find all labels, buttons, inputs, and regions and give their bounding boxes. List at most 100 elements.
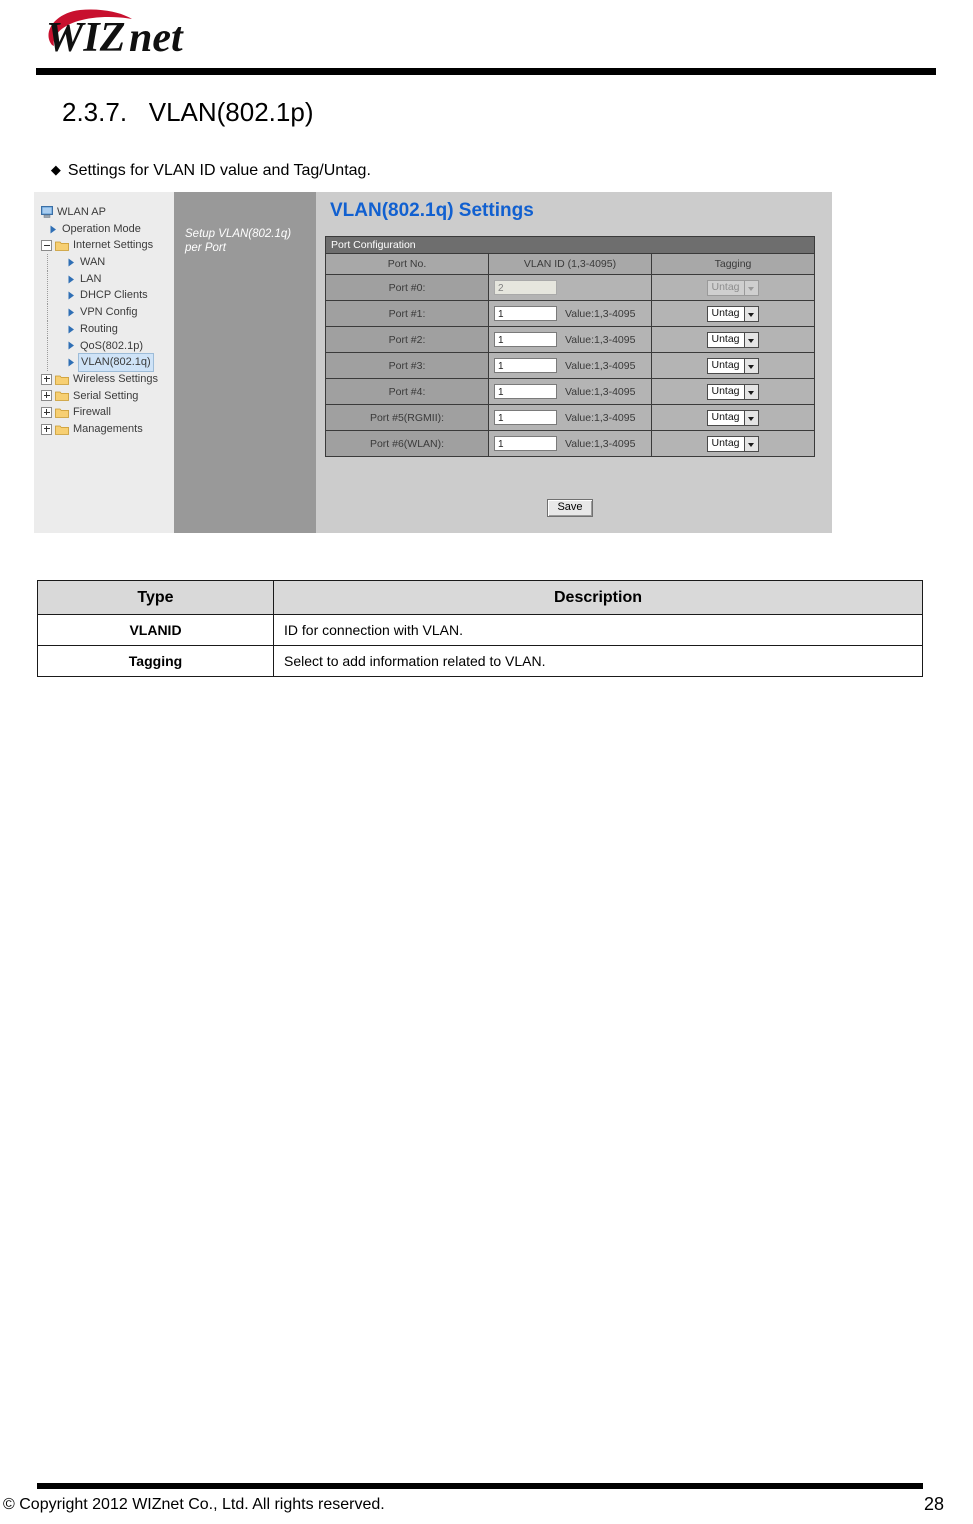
tagging-select-value: Untag bbox=[711, 359, 740, 371]
sidebar-item-lan[interactable]: LAN bbox=[39, 270, 174, 288]
port-configuration-band: Port Configuration bbox=[325, 236, 815, 254]
vlan-id-hint: Value:1,3-4095 bbox=[565, 307, 636, 320]
page-header: WIZ net bbox=[0, 0, 973, 78]
table-row: Port #0: 2 Untag bbox=[325, 274, 815, 301]
folder-icon bbox=[55, 390, 69, 402]
header-divider bbox=[36, 68, 936, 75]
chevron-down-icon[interactable] bbox=[743, 358, 758, 373]
table-row: Port #4: 1 Value:1,3-4095 Untag bbox=[325, 378, 815, 405]
sidebar-item-operation-mode[interactable]: Operation Mode bbox=[39, 221, 174, 238]
column-header-port-no: Port No. bbox=[325, 253, 489, 275]
footer-page-number: 28 bbox=[924, 1494, 945, 1514]
tagging-cell: Untag bbox=[651, 300, 815, 327]
tree-guide-line bbox=[47, 354, 48, 371]
sidebar-item-label: QoS(802.1p) bbox=[80, 339, 143, 352]
vlan-id-cell: 2 bbox=[488, 274, 652, 301]
folder-icon bbox=[55, 374, 69, 385]
expand-icon[interactable] bbox=[41, 390, 52, 402]
tree-guide-line bbox=[47, 337, 48, 355]
chevron-down-icon[interactable] bbox=[743, 384, 758, 399]
tagging-select-value: Untag bbox=[711, 437, 740, 449]
vlan-id-input[interactable]: 1 bbox=[494, 332, 557, 347]
collapse-icon[interactable] bbox=[41, 240, 52, 252]
expand-icon[interactable] bbox=[41, 407, 52, 419]
column-header-tagging: Tagging bbox=[651, 253, 815, 275]
sidebar-item-label: Wireless Settings bbox=[73, 372, 158, 385]
chevron-down-icon[interactable] bbox=[743, 306, 758, 321]
chevron-down-icon[interactable] bbox=[743, 436, 758, 451]
expand-icon[interactable] bbox=[41, 373, 52, 385]
sidebar-item-qos-802-1p[interactable]: QoS(802.1p) bbox=[39, 337, 174, 355]
vlan-id-input[interactable]: 1 bbox=[494, 410, 557, 425]
table-row: Port #6(WLAN): 1 Value:1,3-4095 Untag bbox=[325, 430, 815, 457]
tagging-select[interactable]: Untag bbox=[707, 305, 759, 322]
vlan-id-cell: 1 Value:1,3-4095 bbox=[488, 404, 652, 431]
tagging-select[interactable]: Untag bbox=[707, 435, 759, 452]
folder-icon bbox=[55, 424, 69, 435]
sidebar-item-label: Operation Mode bbox=[62, 222, 141, 235]
tree-guide-line bbox=[47, 254, 48, 271]
vlan-id-input[interactable]: 1 bbox=[494, 358, 557, 373]
port-label: Port #3: bbox=[325, 352, 489, 379]
vlan-id-input[interactable]: 1 bbox=[494, 384, 557, 399]
arrow-bullet-icon bbox=[67, 307, 76, 318]
page-title: 2.3.7. VLAN(802.1p) bbox=[62, 97, 314, 127]
section-bullet-text: Settings for VLAN ID value and Tag/Untag… bbox=[67, 162, 371, 179]
tagging-select[interactable]: Untag bbox=[707, 383, 759, 400]
expand-icon[interactable] bbox=[41, 423, 52, 435]
table-band-row: Port Configuration bbox=[325, 236, 815, 254]
sidebar-item-wlan-ap[interactable]: WLAN AP bbox=[39, 204, 174, 221]
diamond-bullet-icon: ◆ bbox=[50, 162, 61, 177]
description-header-type: Type bbox=[37, 580, 274, 615]
column-header-vlan-id: VLAN ID (1,3-4095) bbox=[488, 253, 652, 275]
vlan-id-hint: Value:1,3-4095 bbox=[565, 359, 636, 372]
description-header-row: Type Description bbox=[37, 580, 923, 615]
vlan-id-cell: 1 Value:1,3-4095 bbox=[488, 378, 652, 405]
description-text: ID for connection with VLAN. bbox=[273, 614, 923, 646]
sidebar-item-routing[interactable]: Routing bbox=[39, 320, 174, 338]
router-sidebar: WLAN AP Operation Mode Internet Settings WA… bbox=[34, 192, 174, 533]
help-text: Setup VLAN(802.1q) per Port bbox=[185, 228, 292, 254]
vlan-id-input[interactable]: 1 bbox=[494, 436, 557, 451]
chevron-down-icon[interactable] bbox=[743, 410, 758, 425]
sidebar-item-label: Serial Setting bbox=[73, 389, 139, 402]
sidebar-item-managements[interactable]: Managements bbox=[39, 421, 174, 438]
sidebar-item-dhcp-clients[interactable]: DHCP Clients bbox=[39, 287, 174, 305]
tagging-cell: Untag bbox=[651, 404, 815, 431]
sidebar-item-label: Routing bbox=[80, 322, 118, 335]
vlan-id-input: 2 bbox=[494, 280, 557, 295]
sidebar-item-serial-setting[interactable]: Serial Setting bbox=[39, 388, 174, 405]
router-help-column: Setup VLAN(802.1q) per Port bbox=[174, 192, 316, 533]
sidebar-item-wireless-settings[interactable]: Wireless Settings bbox=[39, 371, 174, 388]
vlan-id-hint: Value:1,3-4095 bbox=[565, 333, 636, 346]
arrow-bullet-icon bbox=[67, 257, 76, 268]
tagging-select[interactable]: Untag bbox=[707, 331, 759, 348]
chevron-down-icon[interactable] bbox=[743, 332, 758, 347]
vlan-id-input[interactable]: 1 bbox=[494, 306, 557, 321]
sidebar-item-wan[interactable]: WAN bbox=[39, 254, 174, 271]
sidebar-item-label: DHCP Clients bbox=[80, 289, 148, 302]
table-row: Port #2: 1 Value:1,3-4095 Untag bbox=[325, 326, 815, 353]
port-label: Port #6(WLAN): bbox=[325, 430, 489, 457]
arrow-bullet-icon bbox=[67, 290, 76, 301]
vlan-id-hint: Value:1,3-4095 bbox=[565, 385, 636, 398]
sidebar-item-vlan-802-1q[interactable]: VLAN(802.1q) bbox=[39, 353, 174, 372]
folder-open-icon bbox=[55, 240, 69, 252]
port-label: Port #0: bbox=[325, 274, 489, 301]
sidebar-item-firewall[interactable]: Firewall bbox=[39, 404, 174, 421]
svg-text:WIZ: WIZ bbox=[46, 15, 125, 61]
tagging-select[interactable]: Untag bbox=[707, 409, 759, 426]
tagging-select[interactable]: Untag bbox=[707, 357, 759, 374]
sidebar-item-label: VLAN(802.1q) bbox=[78, 353, 154, 372]
save-button[interactable]: Save bbox=[547, 499, 593, 517]
sidebar-item-internet-settings[interactable]: Internet Settings bbox=[39, 237, 174, 254]
table-row: Port #5(RGMII): 1 Value:1,3-4095 Untag bbox=[325, 404, 815, 431]
tagging-select: Untag bbox=[707, 279, 759, 296]
tagging-select-value: Untag bbox=[711, 307, 740, 319]
tagging-cell: Untag bbox=[651, 274, 815, 301]
arrow-bullet-icon bbox=[67, 324, 76, 335]
navigation-tree: WLAN AP Operation Mode Internet Settings WA… bbox=[39, 204, 174, 438]
router-main-panel: VLAN(802.1q) Settings Port Configuration… bbox=[316, 192, 832, 533]
description-text: Select to add information related to VLA… bbox=[273, 645, 923, 677]
sidebar-item-vpn-config[interactable]: VPN Config bbox=[39, 304, 174, 321]
